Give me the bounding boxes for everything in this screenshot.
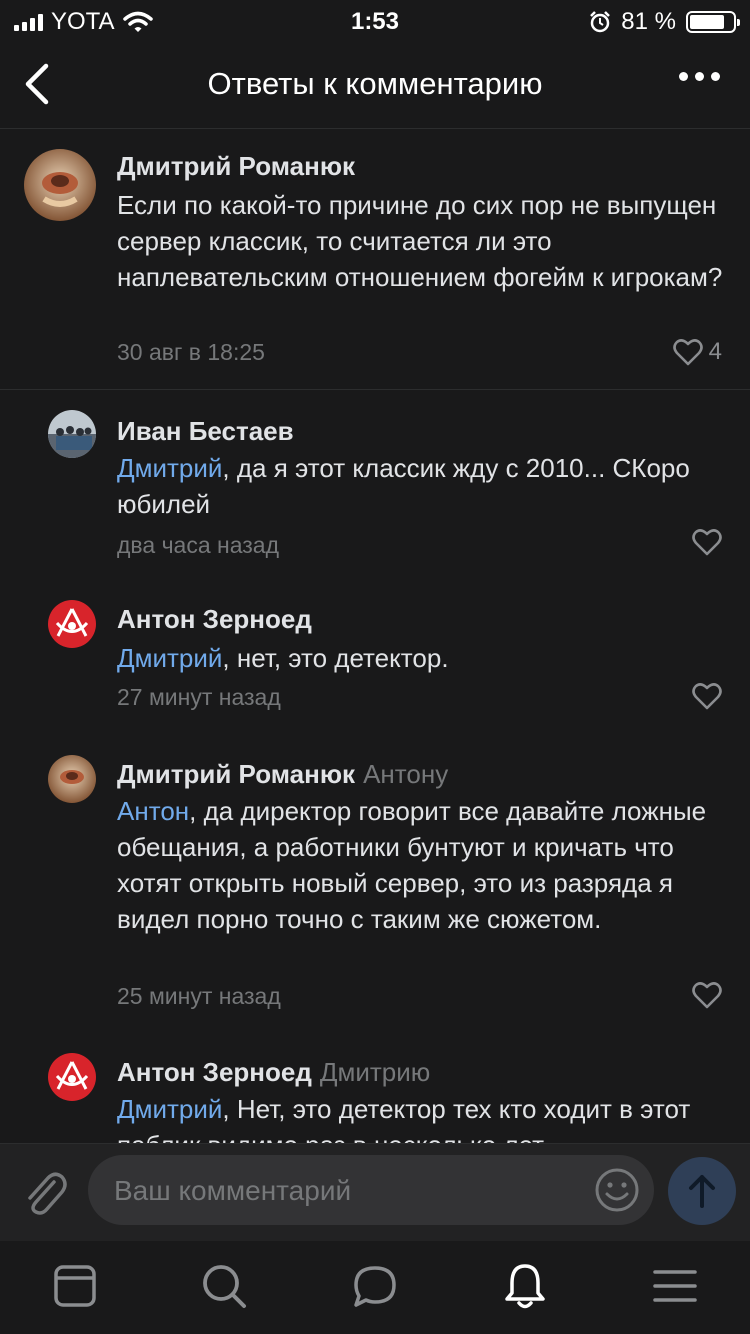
heart-icon xyxy=(692,982,722,1009)
reply-to-label: Дмитрию xyxy=(319,1057,431,1087)
mention-link[interactable]: Дмитрий xyxy=(117,453,222,483)
avatar[interactable] xyxy=(48,410,96,458)
avatar[interactable] xyxy=(48,755,96,803)
comment-date: 25 минут назад xyxy=(117,983,281,1009)
tab-bar xyxy=(0,1241,750,1334)
menu-icon[interactable] xyxy=(650,1261,700,1311)
comment-input-placeholder: Ваш комментарий xyxy=(114,1175,352,1206)
battery-icon xyxy=(686,11,740,33)
root-comment: Дмитрий Романюк Если по какой-то причине… xyxy=(0,129,750,390)
comment-text: Дмитрий, да я этот классик жду с 2010...… xyxy=(117,450,727,522)
send-button[interactable] xyxy=(668,1157,736,1225)
reply-comment: Антон Зерноед Дмитрию Дмитрий, Нет, это д… xyxy=(0,1035,750,1143)
comment-author[interactable]: Антон Зерноед xyxy=(117,604,312,635)
comment-body: , да директор говорит все давайте ложные… xyxy=(117,796,707,934)
like-button[interactable] xyxy=(692,682,722,710)
comment-text: Дмитрий, Нет, это детектор тех кто ходит… xyxy=(117,1091,727,1143)
like-button[interactable]: 4 xyxy=(672,338,722,366)
mention-link[interactable]: Дмитрий xyxy=(117,643,222,673)
more-icon[interactable] xyxy=(679,72,720,81)
author-name: Антон Зерноед xyxy=(117,1057,312,1087)
comment-text: Антон, да директор говорит все давайте л… xyxy=(117,793,727,937)
heart-icon xyxy=(692,683,722,710)
comment-input[interactable]: Ваш комментарий xyxy=(88,1155,654,1225)
like-count: 4 xyxy=(708,338,722,365)
avatar[interactable] xyxy=(48,1053,96,1101)
status-bar: YOTA 1:53 81 % xyxy=(0,0,750,42)
comment-author[interactable]: Антон Зерноед Дмитрию xyxy=(117,1057,430,1088)
search-icon[interactable] xyxy=(199,1261,249,1311)
reply-comment: Иван Бестаев Дмитрий, да я этот классик … xyxy=(0,390,750,580)
avatar[interactable] xyxy=(24,149,96,221)
page-title: Ответы к комментарию xyxy=(207,66,543,101)
alarm-icon xyxy=(590,11,611,33)
comment-composer: Ваш комментарий xyxy=(0,1143,750,1241)
comment-date: 30 авг в 18:25 xyxy=(117,339,265,365)
comment-date: 27 минут назад xyxy=(117,684,281,710)
avatar[interactable] xyxy=(48,600,96,648)
comment-body: , нет, это детектор. xyxy=(222,643,449,673)
comment-text: Если по какой-то причине до сих пор не в… xyxy=(117,190,723,292)
heart-icon xyxy=(672,339,703,366)
notifications-icon[interactable] xyxy=(500,1261,550,1311)
comment-author[interactable]: Дмитрий Романюк Антону xyxy=(117,759,448,790)
emoji-icon[interactable] xyxy=(594,1167,640,1213)
paperclip-icon[interactable] xyxy=(20,1164,68,1218)
like-button[interactable] xyxy=(692,528,722,556)
like-button[interactable] xyxy=(692,981,722,1009)
comment-author[interactable]: Иван Бестаев xyxy=(117,416,294,447)
heart-icon xyxy=(692,529,722,556)
battery-percent: 81 % xyxy=(621,8,676,35)
author-name: Дмитрий Романюк xyxy=(117,759,356,789)
mention-link[interactable]: Дмитрий xyxy=(117,1094,222,1124)
reply-comment: Антон Зерноед Дмитрий, нет, это детектор… xyxy=(0,580,750,735)
navigation-bar: Ответы к комментарию xyxy=(0,42,750,129)
comment-author[interactable]: Дмитрий Романюк xyxy=(117,151,355,182)
messages-icon[interactable] xyxy=(350,1261,400,1311)
arrow-up-icon xyxy=(689,1175,715,1208)
reply-to-label: Антону xyxy=(363,759,449,789)
comment-date: два часа назад xyxy=(117,532,280,558)
mention-link[interactable]: Антон xyxy=(117,796,189,826)
reply-comment: Дмитрий Романюк Антону Антон, да директор… xyxy=(0,735,750,1035)
feed-icon[interactable] xyxy=(50,1261,100,1311)
comment-text: Дмитрий, нет, это детектор. xyxy=(117,640,727,676)
